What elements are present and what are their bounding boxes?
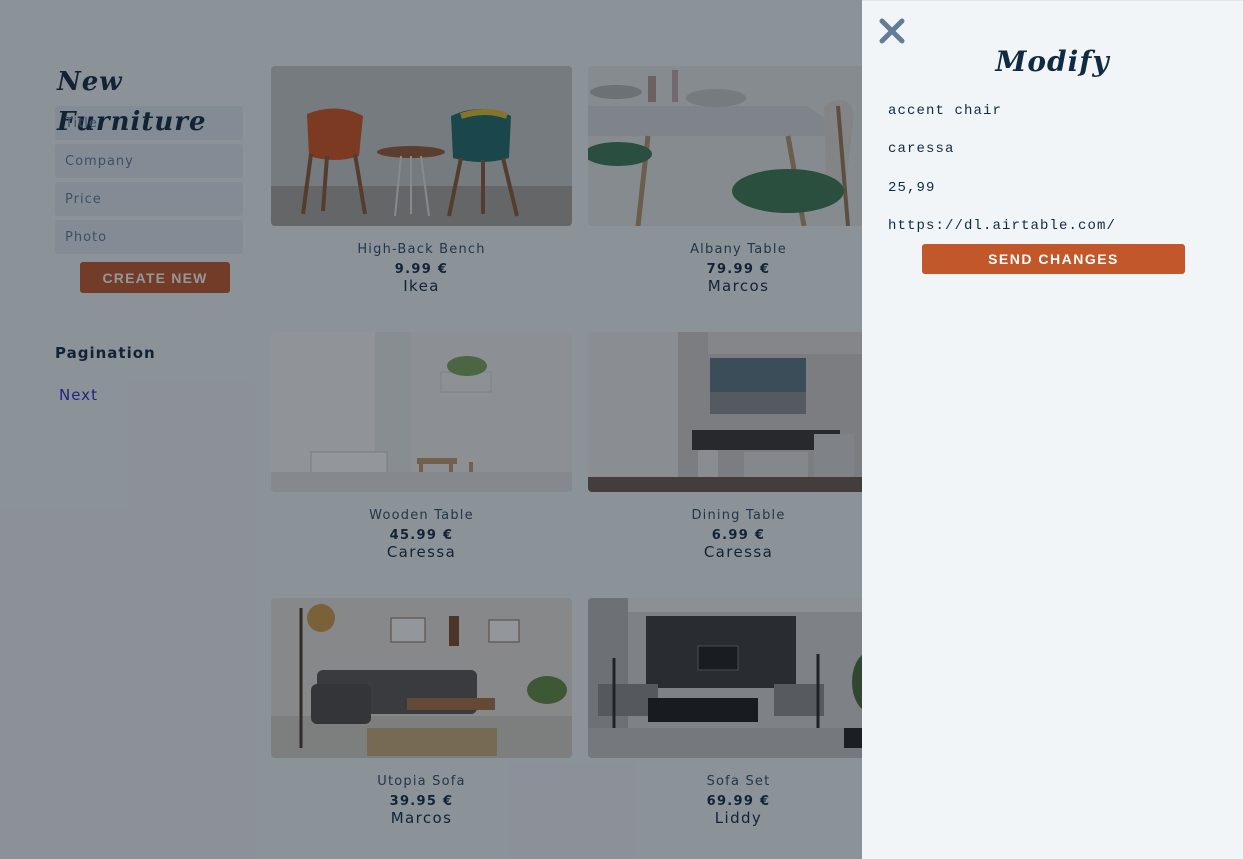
company-field[interactable] bbox=[888, 138, 1218, 160]
title-field[interactable] bbox=[888, 100, 1218, 122]
modal-backdrop[interactable] bbox=[0, 0, 862, 859]
send-changes-button[interactable]: SEND CHANGES bbox=[922, 244, 1185, 274]
close-icon[interactable] bbox=[879, 18, 905, 44]
modal-title: Modify bbox=[995, 45, 1110, 78]
photo-field[interactable] bbox=[888, 215, 1218, 237]
modify-panel: Modify SEND CHANGES bbox=[862, 0, 1243, 859]
price-field[interactable] bbox=[888, 177, 1218, 199]
